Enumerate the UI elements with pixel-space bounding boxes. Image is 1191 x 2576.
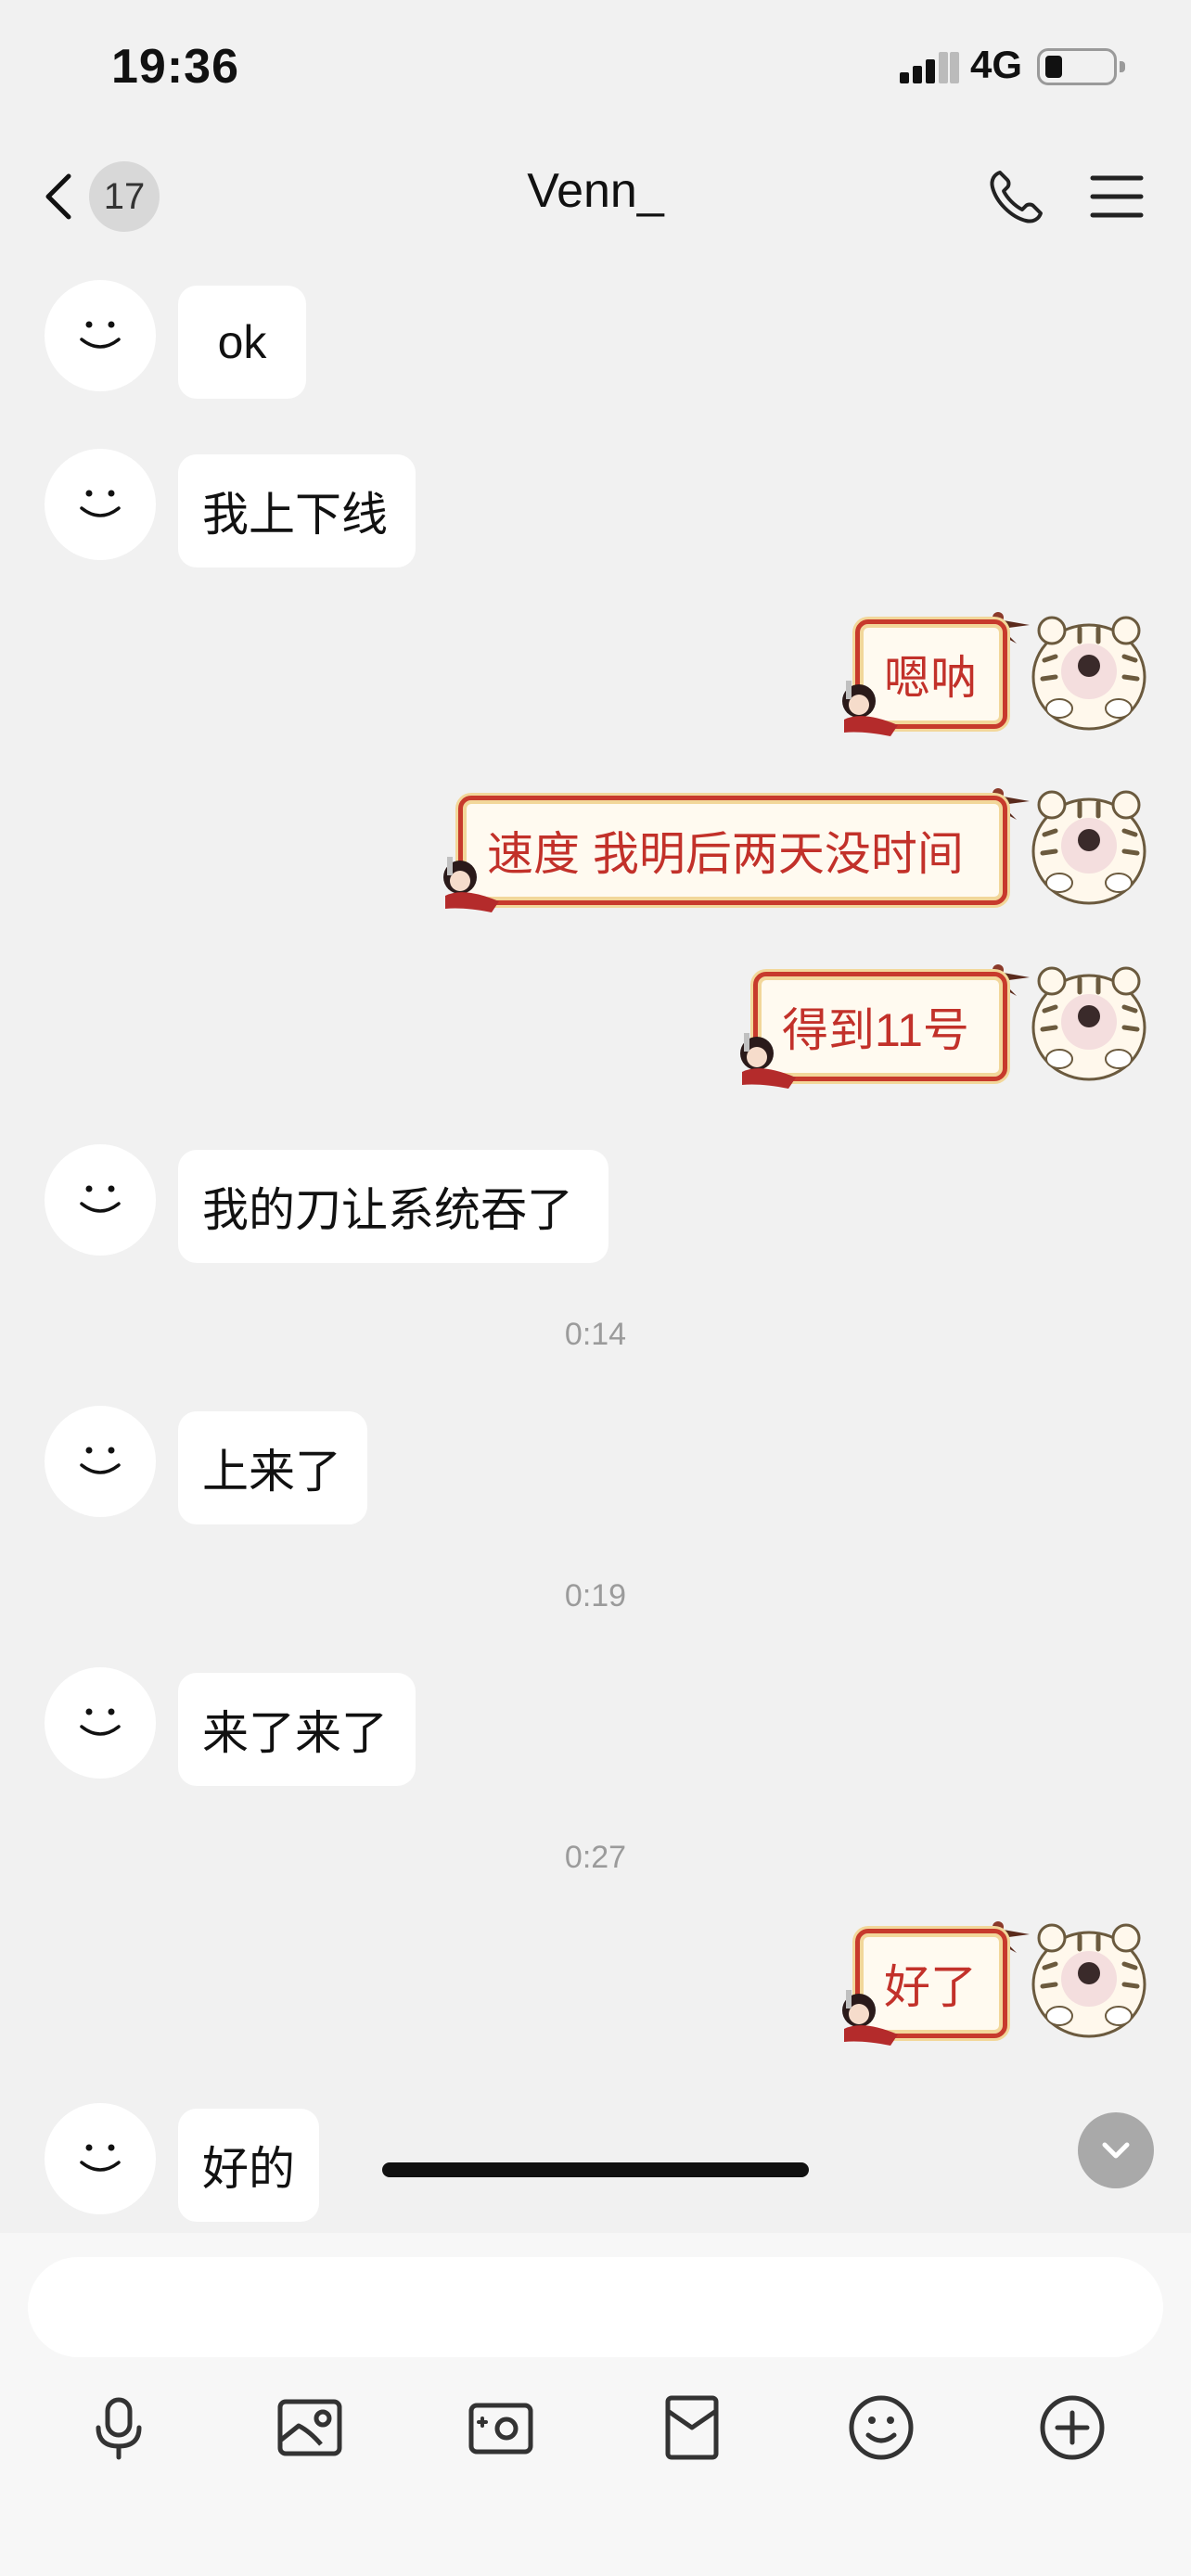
unread-count-badge: 17 [89, 161, 160, 232]
contact-avatar[interactable] [45, 1406, 156, 1517]
my-avatar-tiger[interactable] [1024, 605, 1154, 734]
message-timestamp: 0:27 [564, 1840, 627, 1875]
message-bubble-incoming[interactable]: 来了来了 [178, 1673, 416, 1786]
message-timestamp: 0:19 [564, 1578, 627, 1613]
image-icon [277, 2399, 342, 2456]
contact-avatar[interactable] [45, 1667, 156, 1779]
contact-avatar[interactable] [45, 2103, 156, 2214]
chibi-girl-decoration-icon [842, 1990, 898, 2046]
smiley-avatar-icon [80, 490, 121, 517]
message-bubble-incoming[interactable]: 上来了 [178, 1411, 367, 1524]
emoji-button[interactable] [844, 2391, 918, 2465]
plus-icon [1040, 2395, 1105, 2460]
message-bubble-outgoing[interactable]: 速度 我明后两天没时间 [458, 796, 1007, 905]
smiley-avatar-icon [80, 2144, 121, 2172]
smiley-avatar-icon [80, 321, 121, 349]
camera-icon [468, 2403, 533, 2455]
chibi-girl-decoration-icon [740, 1033, 796, 1089]
message-bubble-incoming[interactable]: 好的 [178, 2109, 319, 2222]
message-input[interactable] [28, 2257, 1163, 2357]
photo-album-button[interactable] [273, 2391, 347, 2465]
home-indicator[interactable] [382, 2162, 809, 2177]
smiley-avatar-icon [80, 1447, 121, 1474]
red-packet-icon [665, 2395, 719, 2460]
chibi-girl-decoration-icon [443, 857, 499, 912]
phone-icon[interactable] [983, 163, 1050, 230]
message-bubble-incoming[interactable]: 我上下线 [178, 454, 416, 567]
emoji-icon [849, 2395, 914, 2460]
my-avatar-tiger[interactable] [1024, 955, 1154, 1085]
message-bubble-incoming[interactable]: ok [178, 286, 306, 399]
camera-button[interactable] [464, 2391, 538, 2465]
chibi-girl-decoration-icon [842, 681, 898, 736]
chevron-down-icon [1102, 2142, 1130, 2159]
hamburger-menu-icon[interactable] [1083, 163, 1150, 230]
composer-panel [0, 2233, 1191, 2576]
more-actions-button[interactable] [1035, 2391, 1109, 2465]
contact-avatar[interactable] [45, 449, 156, 560]
signal-bars-icon [900, 52, 959, 83]
status-bar: 19:36 4G [0, 0, 1191, 139]
voice-button[interactable] [82, 2391, 156, 2465]
message-list[interactable]: ok 我上下线 嗯呐 速度 我明后两天没时间 得到11号 我的刀让系统吞了 0:… [0, 252, 1191, 2233]
scroll-to-bottom-button[interactable] [1078, 2112, 1154, 2188]
chevron-left-icon [45, 173, 71, 220]
red-packet-button[interactable] [655, 2391, 729, 2465]
battery-low-icon [1037, 48, 1125, 85]
chat-header: 17 Venn_ [0, 139, 1191, 252]
contact-avatar[interactable] [45, 280, 156, 391]
microphone-icon [96, 2397, 142, 2460]
chat-title[interactable]: Venn_ [527, 164, 664, 218]
my-avatar-tiger[interactable] [1024, 779, 1154, 909]
smiley-avatar-icon [80, 1708, 121, 1736]
contact-avatar[interactable] [45, 1144, 156, 1256]
network-type: 4G [970, 43, 1023, 86]
message-timestamp: 0:14 [564, 1317, 627, 1352]
smiley-avatar-icon [80, 1185, 121, 1213]
message-bubble-incoming[interactable]: 我的刀让系统吞了 [178, 1150, 608, 1263]
status-time: 19:36 [111, 40, 239, 94]
my-avatar-tiger[interactable] [1024, 1912, 1154, 2042]
back-button[interactable]: 17 [41, 159, 160, 234]
